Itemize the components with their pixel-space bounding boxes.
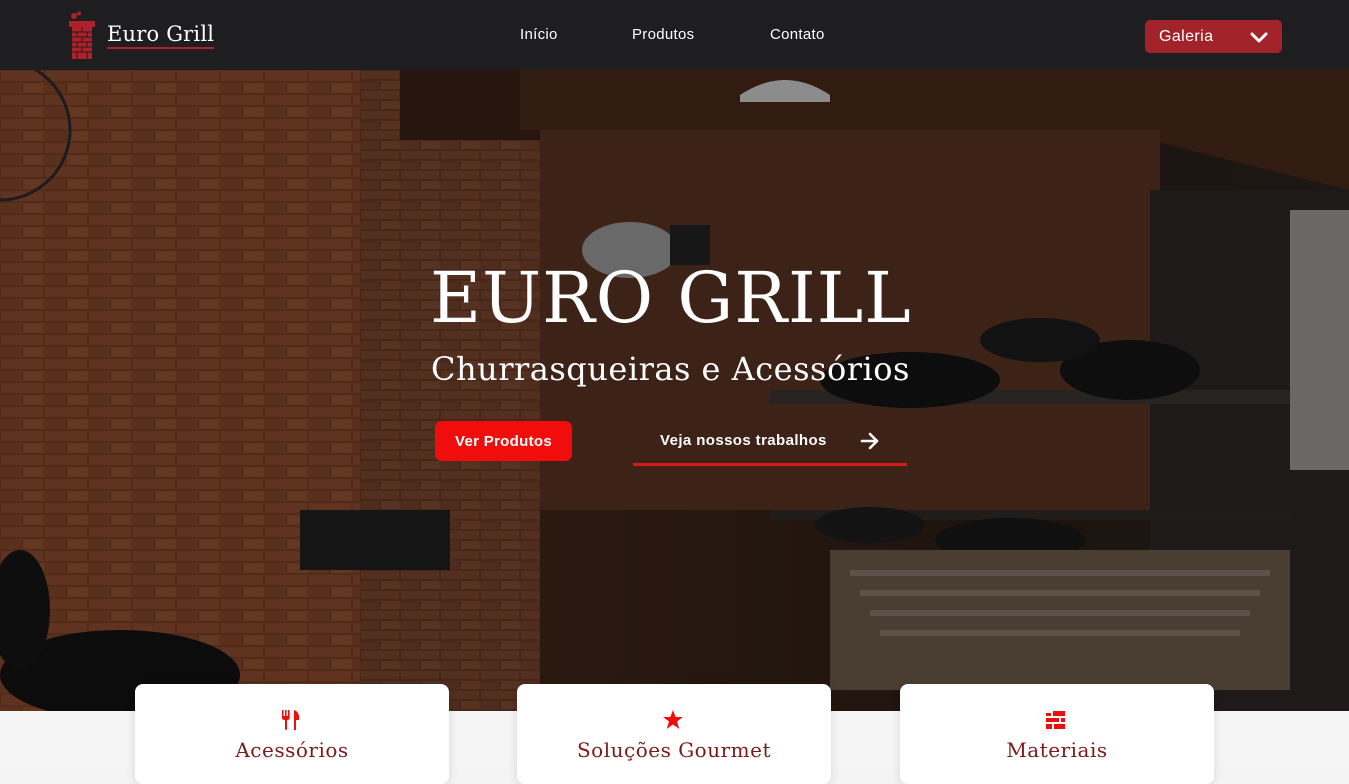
feature-card-title: Materiais xyxy=(1006,738,1108,762)
bricks-icon xyxy=(1045,710,1067,730)
feature-card-title: Soluções Gourmet xyxy=(576,738,771,762)
nav-item-produtos[interactable]: Produtos xyxy=(632,26,694,43)
chevron-down-icon xyxy=(1250,31,1268,43)
feature-card-materiais[interactable]: Materiais xyxy=(900,684,1214,784)
utensils-icon xyxy=(280,710,302,730)
feature-card-title: Acessórios xyxy=(235,738,349,762)
nav-item-contato[interactable]: Contato xyxy=(770,26,825,43)
hero-overlay xyxy=(0,70,1349,711)
feature-card-acessorios[interactable]: Acessórios xyxy=(135,684,449,784)
galeria-label: Galeria xyxy=(1159,27,1214,45)
navbar: Euro Grill Início Produtos Contato Galer… xyxy=(0,0,1349,70)
galeria-dropdown-button[interactable]: Galeria xyxy=(1145,20,1282,53)
arrow-right-icon xyxy=(860,432,880,450)
hero-subtitle: Churrasqueiras e Acessórios xyxy=(431,350,910,388)
ver-produtos-button[interactable]: Ver Produtos xyxy=(435,421,572,461)
feature-card-solucoes-gourmet[interactable]: Soluções Gourmet xyxy=(517,684,831,784)
veja-trabalhos-label: Veja nossos trabalhos xyxy=(660,432,827,449)
star-icon xyxy=(662,710,684,730)
hero-section: EURO GRILL Churrasqueiras e Acessórios V… xyxy=(0,70,1349,711)
nav-item-inicio[interactable]: Início xyxy=(520,26,558,43)
veja-trabalhos-link[interactable]: Veja nossos trabalhos xyxy=(633,421,907,466)
hero-title: EURO GRILL xyxy=(430,257,912,339)
